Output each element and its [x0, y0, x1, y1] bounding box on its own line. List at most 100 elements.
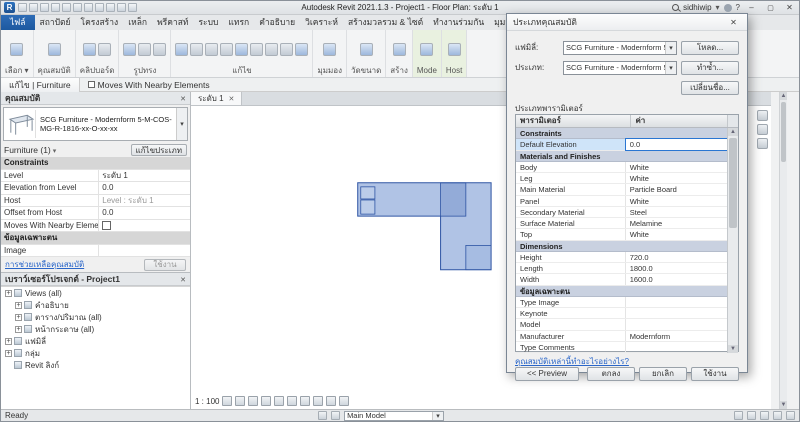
table-row[interactable]: Length 1800.0: [516, 263, 727, 274]
project-browser-item[interactable]: + ตาราง/ปริมาณ (all): [1, 311, 190, 323]
dialog-apply-button[interactable]: ใช้งาน: [691, 367, 739, 381]
exclude-options-icon[interactable]: [747, 411, 756, 420]
ribbon-panel-label[interactable]: Host: [446, 65, 462, 77]
view-tab[interactable]: ระดับ 1: [191, 92, 242, 105]
ribbon-panel-label[interactable]: สร้าง: [390, 65, 408, 77]
revit-logo-icon[interactable]: R: [4, 2, 15, 13]
family-dropdown-icon[interactable]: [665, 42, 676, 54]
ribbon-panel-label[interactable]: รูปทรง: [123, 65, 166, 77]
ribbon-panel-label[interactable]: เลือก ▾: [5, 65, 29, 77]
search-icon[interactable]: [672, 4, 679, 11]
design-options-combo[interactable]: Main Model: [344, 411, 444, 421]
table-row[interactable]: Dimensions: [516, 241, 727, 252]
column-value[interactable]: ค่า: [631, 115, 727, 127]
type-dropdown-icon[interactable]: [665, 62, 676, 74]
family-combo[interactable]: SCG Furniture - Modernform 5-M-COS-MG-R-…: [563, 41, 677, 55]
match-type-icon[interactable]: [98, 43, 111, 56]
property-row[interactable]: Level ระดับ 1: [1, 170, 190, 183]
property-row[interactable]: Image: [1, 245, 190, 258]
filter-icon[interactable]: [786, 411, 795, 420]
scroll-down-icon[interactable]: [780, 401, 787, 409]
save-icon[interactable]: [29, 3, 38, 12]
ribbon-tab[interactable]: พรีคาสท์: [152, 15, 193, 30]
properties-close-icon[interactable]: [180, 93, 186, 103]
dialog-close-icon[interactable]: [726, 16, 741, 29]
show-crop-icon[interactable]: [287, 396, 297, 406]
ribbon-tab[interactable]: แทรก: [223, 15, 254, 30]
properties-icon[interactable]: [48, 43, 61, 56]
ribbon-panel-label[interactable]: แก้ไข: [175, 65, 308, 77]
zoom-icon[interactable]: [757, 124, 768, 135]
table-row[interactable]: Model: [516, 319, 727, 330]
preview-button[interactable]: << Preview: [515, 367, 579, 381]
worksets-icon[interactable]: [318, 411, 327, 420]
visual-style-icon[interactable]: [235, 396, 245, 406]
category-filter[interactable]: Furniture (1): [4, 145, 56, 155]
array-icon[interactable]: [295, 43, 308, 56]
press-drag-icon[interactable]: [760, 411, 769, 420]
crop-view-icon[interactable]: [274, 396, 284, 406]
table-row[interactable]: Secondary Material Steel: [516, 207, 727, 218]
design-options-icon[interactable]: [331, 411, 340, 420]
reveal-hidden-icon[interactable]: [313, 396, 323, 406]
moves-with-nearby-checkbox[interactable]: [88, 81, 95, 88]
help-icon[interactable]: [736, 3, 740, 12]
pick-new-host-icon[interactable]: [448, 43, 461, 56]
temporary-view-icon[interactable]: [326, 396, 336, 406]
ribbon-tab[interactable]: ระบบ: [193, 15, 223, 30]
table-row[interactable]: Body White: [516, 162, 727, 173]
dialog-title-bar[interactable]: ประเภทคุณสมบัติ: [507, 14, 747, 31]
type-selector[interactable]: SCG Furniture - Modernform 5-M-COS-MG-R-…: [3, 107, 188, 141]
scroll-up-icon[interactable]: [780, 92, 787, 100]
table-row[interactable]: Type Image: [516, 297, 727, 308]
ribbon-panel-label[interactable]: มุมมอง: [317, 65, 342, 77]
tree-expand-icon[interactable]: [5, 362, 12, 369]
table-row[interactable]: Surface Material Melamine: [516, 218, 727, 229]
scrollbar-thumb[interactable]: [781, 102, 786, 162]
file-tab[interactable]: ไฟล์: [1, 15, 35, 30]
avatar[interactable]: [724, 4, 732, 12]
section-icon[interactable]: [117, 3, 126, 12]
type-combo[interactable]: SCG Furniture - Modernform 5-M-COS-MG-R-…: [563, 61, 677, 75]
thin-lines-icon[interactable]: [128, 3, 137, 12]
table-row[interactable]: Constraints: [516, 128, 727, 139]
table-row[interactable]: Default Elevation 0.0: [516, 139, 727, 150]
cancel-button[interactable]: ยกเลิก: [639, 367, 687, 381]
project-browser-item[interactable]: + แฟมิลี่: [1, 335, 190, 347]
tree-expand-icon[interactable]: +: [15, 314, 22, 321]
hide-in-view-icon[interactable]: [323, 43, 336, 56]
ribbon-tab[interactable]: สถาปัตย์: [35, 15, 76, 30]
join-geometry-icon[interactable]: [138, 43, 151, 56]
project-browser-item[interactable]: + หน้ากระดาษ (all): [1, 323, 190, 335]
offset-icon[interactable]: [280, 43, 293, 56]
measure-tool-icon[interactable]: [360, 43, 373, 56]
vertical-scrollbar[interactable]: [779, 92, 787, 409]
table-row[interactable]: Keynote: [516, 308, 727, 319]
tree-expand-icon[interactable]: +: [15, 302, 22, 309]
rename-button[interactable]: เปลี่ยนชื่อ...: [681, 81, 739, 95]
view-tab-close-icon[interactable]: [229, 94, 235, 103]
tag-icon[interactable]: [95, 3, 104, 12]
redo-icon[interactable]: [62, 3, 71, 12]
column-parameter[interactable]: พารามิเตอร์: [516, 115, 631, 127]
cut-geometry-icon[interactable]: [123, 43, 136, 56]
tree-expand-icon[interactable]: +: [15, 326, 22, 333]
edit-family-icon[interactable]: [420, 43, 433, 56]
property-row[interactable]: Elevation from Level 0.0: [1, 182, 190, 195]
ribbon-panel-label[interactable]: คลิปบอร์ด: [80, 65, 115, 77]
minimize-button[interactable]: [744, 2, 759, 14]
navigation-wheel-icon[interactable]: [757, 110, 768, 121]
table-row[interactable]: Top White: [516, 229, 727, 240]
create-group-icon[interactable]: [393, 43, 406, 56]
load-button[interactable]: โหลด...: [681, 41, 739, 55]
pan-icon[interactable]: [757, 138, 768, 149]
ribbon-tab[interactable]: คำอธิบาย: [254, 15, 300, 30]
ok-button[interactable]: ตกลง: [587, 367, 635, 381]
maximize-button[interactable]: [763, 2, 778, 14]
project-browser-item[interactable]: + คำอธิบาย: [1, 299, 190, 311]
signed-in-user[interactable]: sidhiwip: [683, 3, 711, 12]
table-scrollbar[interactable]: [727, 128, 738, 353]
ribbon-panel-label[interactable]: คุณสมบัติ: [38, 65, 71, 77]
3d-view-icon[interactable]: [106, 3, 115, 12]
apply-button[interactable]: ใช้งาน: [144, 259, 186, 271]
